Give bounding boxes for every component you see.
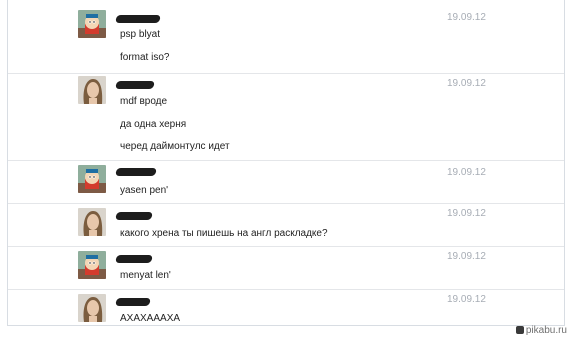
sender-name-redacted[interactable] bbox=[115, 298, 151, 306]
avatar-cartman[interactable] bbox=[78, 251, 106, 279]
avatar-cartman[interactable] bbox=[78, 165, 106, 193]
sender-name-redacted[interactable] bbox=[115, 15, 161, 23]
pikabu-watermark: pikabu.ru bbox=[515, 325, 567, 336]
message-text: psp blyat bbox=[120, 29, 161, 40]
message-text: да одна херня bbox=[120, 119, 187, 130]
message-date: 19.09.12 bbox=[447, 78, 486, 89]
message-text: format iso? bbox=[120, 52, 170, 63]
message-date: 19.09.12 bbox=[447, 251, 486, 262]
message-date: 19.09.12 bbox=[447, 167, 486, 178]
message-divider bbox=[8, 160, 564, 161]
message-date: 19.09.12 bbox=[447, 12, 486, 23]
message-text: черед даймонтулс идет bbox=[120, 141, 230, 152]
avatar-cartman[interactable] bbox=[78, 10, 106, 38]
message-divider bbox=[8, 289, 564, 290]
message-date: 19.09.12 bbox=[447, 208, 486, 219]
message-text: какого хрена ты пишешь на англ раскладке… bbox=[120, 228, 328, 239]
message-divider bbox=[8, 73, 564, 74]
message-text: menyat len' bbox=[120, 270, 171, 281]
sender-name-redacted[interactable] bbox=[115, 168, 157, 176]
sender-name-redacted[interactable] bbox=[115, 255, 153, 263]
avatar-girl[interactable] bbox=[78, 76, 106, 104]
avatar-girl[interactable] bbox=[78, 208, 106, 236]
sender-name-redacted[interactable] bbox=[115, 81, 155, 89]
sender-name-redacted[interactable] bbox=[115, 212, 153, 220]
message-text: АХАХАААХА bbox=[120, 313, 181, 324]
avatar-girl[interactable] bbox=[78, 294, 106, 322]
message-date: 19.09.12 bbox=[447, 294, 486, 305]
message-divider bbox=[8, 203, 564, 204]
pikabu-logo-icon bbox=[515, 326, 524, 334]
message-text: mdf вроде bbox=[120, 96, 168, 107]
watermark-text: pikabu.ru bbox=[525, 325, 567, 336]
message-divider bbox=[8, 246, 564, 247]
message-text: yasen pen' bbox=[120, 185, 169, 196]
